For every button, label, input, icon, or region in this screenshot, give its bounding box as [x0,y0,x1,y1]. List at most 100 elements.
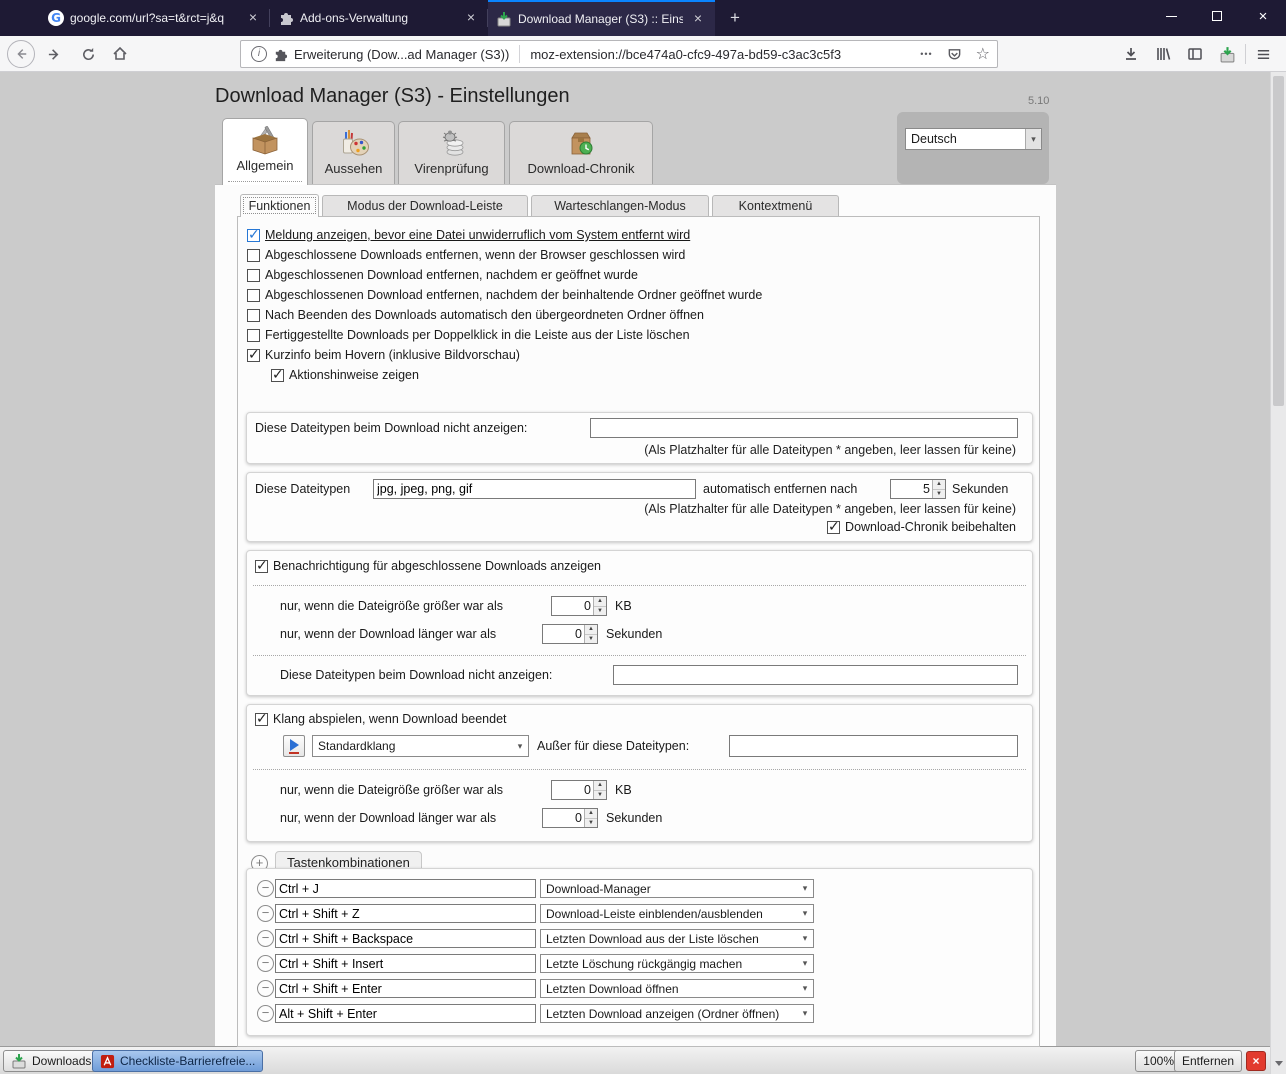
url-bar[interactable]: i Erweiterung (Dow...ad Manager (S3)) mo… [240,40,998,68]
browser-tab-download-manager[interactable]: Download Manager (S3) :: Einst × [488,0,715,36]
sidebar-icon[interactable] [1182,42,1208,66]
auto-remove-filetypes-input[interactable] [373,479,696,499]
notification-filetypes-input[interactable] [613,665,1018,685]
window-close-button[interactable]: × [1240,0,1286,32]
checkbox-row-remove-after-folder-open[interactable]: Abgeschlossenen Download entfernen, nach… [247,288,762,302]
shortcut-action-select[interactable]: Letzten Download aus der Liste löschen ▾ [540,929,814,948]
spinner-down-icon[interactable]: ▼ [585,635,597,644]
tab-close-icon[interactable]: × [244,9,262,27]
tab-download-chronik[interactable]: Download-Chronik [509,121,653,184]
checkbox[interactable] [247,249,260,262]
spinner-up-icon[interactable]: ▲ [933,480,945,490]
window-minimize-button[interactable] [1148,0,1194,32]
tab-allgemein[interactable]: Allgemein [222,118,308,185]
checkbox-row-doubleclick-remove[interactable]: Fertiggestellte Downloads per Doppelklic… [247,328,690,342]
remove-shortcut-button[interactable]: − [257,905,274,922]
remove-shortcut-button[interactable]: − [257,930,274,947]
shortcut-keys-input[interactable] [275,929,536,948]
shortcut-keys-input[interactable] [275,954,536,973]
spinner-up-icon[interactable]: ▲ [594,781,606,791]
pocket-icon[interactable] [947,47,962,62]
close-statusbar-button[interactable]: × [1246,1051,1266,1071]
play-sound-button[interactable] [283,735,305,757]
tab-close-icon[interactable]: × [462,9,480,27]
min-filesize-spinner[interactable]: 0 ▲▼ [551,596,607,616]
spinner-down-icon[interactable]: ▼ [594,791,606,800]
subtab-funktionen[interactable]: Funktionen [240,194,319,217]
browser-tab-addons[interactable]: Add-ons-Verwaltung × [270,0,488,36]
checkbox[interactable] [255,713,268,726]
checkbox-row-play-sound[interactable]: Klang abspielen, wenn Download beendet [255,712,507,726]
tab-virenpruefung[interactable]: Virenprüfung [398,121,505,184]
checkbox-row-tooltip-hover[interactable]: Kurzinfo beim Hovern (inklusive Bildvors… [247,348,520,362]
remove-shortcut-button[interactable]: − [257,1005,274,1022]
downloads-toolbar-icon[interactable] [1118,42,1144,66]
download-item-checkliste[interactable]: Checkliste-Barrierefreie... [92,1050,263,1072]
checkbox[interactable] [247,349,260,362]
scrollbar-down-arrow[interactable] [1275,1061,1283,1066]
page-actions-icon[interactable]: ••• [920,49,932,59]
checkbox[interactable] [247,329,260,342]
download-manager-addon-icon[interactable] [1214,42,1240,66]
shortcut-keys-input[interactable] [275,879,536,898]
shortcut-keys-input[interactable] [275,979,536,998]
shortcut-action-select[interactable]: Letzte Löschung rückgängig machen ▾ [540,954,814,973]
back-button[interactable] [7,40,35,68]
browser-tab-google[interactable]: G google.com/url?sa=t&rct=j&q × [40,0,270,36]
sound-min-filesize-spinner[interactable]: 0 ▲▼ [551,780,607,800]
checkbox-row-confirm-delete[interactable]: Meldung anzeigen, bevor eine Datei unwid… [247,228,690,242]
sound-min-duration-spinner[interactable]: 0 ▲▼ [542,808,598,828]
spinner-down-icon[interactable]: ▼ [594,607,606,616]
checkbox-row-remove-on-close[interactable]: Abgeschlossene Downloads entfernen, wenn… [247,248,685,262]
shortcut-action-select[interactable]: Letzten Download anzeigen (Ordner öffnen… [540,1004,814,1023]
checkbox[interactable] [247,309,260,322]
checkbox-row-show-notification[interactable]: Benachrichtigung für abgeschlossene Down… [255,559,601,573]
spinner-up-icon[interactable]: ▲ [594,597,606,607]
checkbox[interactable] [247,289,260,302]
page-scrollbar[interactable] [1270,72,1286,1074]
bookmark-star-icon[interactable]: ☆ [976,44,990,64]
checkbox[interactable] [247,269,260,282]
scrollbar-thumb[interactable] [1273,76,1284,406]
spinner-up-icon[interactable]: ▲ [585,809,597,819]
sound-except-input[interactable] [729,735,1018,757]
remove-shortcut-button[interactable]: − [257,880,274,897]
checkbox-row-keep-history[interactable]: Download-Chronik beibehalten [827,520,1016,534]
remove-shortcut-button[interactable]: − [257,955,274,972]
checkbox-row-action-hints[interactable]: Aktionshinweise zeigen [271,368,419,382]
tab-close-icon[interactable]: × [689,10,707,28]
reload-button[interactable] [74,40,102,68]
hide-filetypes-input[interactable] [590,418,1018,438]
library-icon[interactable] [1150,42,1176,66]
tab-aussehen[interactable]: Aussehen [312,121,395,184]
subtab-warteschlangen-modus[interactable]: Warteschlangen-Modus [531,195,709,216]
checkbox[interactable] [271,369,284,382]
spinner-down-icon[interactable]: ▼ [585,819,597,828]
shortcut-action-select[interactable]: Letzten Download öffnen ▾ [540,979,814,998]
language-select[interactable]: Deutsch ▾ [905,128,1042,150]
menu-hamburger-icon[interactable] [1250,42,1276,66]
spinner-down-icon[interactable]: ▼ [933,490,945,499]
shortcut-action-select[interactable]: Download-Leiste einblenden/ausblenden ▾ [540,904,814,923]
checkbox[interactable] [255,560,268,573]
subtab-kontextmenue[interactable]: Kontextmenü [712,195,839,216]
new-tab-button[interactable]: + [722,5,748,31]
downloads-button[interactable]: Downloads [3,1050,99,1072]
remove-downloads-button[interactable]: Entfernen [1174,1050,1242,1072]
home-button[interactable] [106,40,134,68]
subtab-download-leiste-modus[interactable]: Modus der Download-Leiste [322,195,528,216]
checkbox-row-remove-after-open[interactable]: Abgeschlossenen Download entfernen, nach… [247,268,638,282]
window-maximize-button[interactable] [1194,0,1240,32]
checkbox[interactable] [827,521,840,534]
remove-shortcut-button[interactable]: − [257,980,274,997]
min-duration-spinner[interactable]: 0 ▲▼ [542,624,598,644]
forward-button[interactable] [40,40,68,68]
sound-select[interactable]: Standardklang ▾ [312,735,529,757]
page-info-icon[interactable]: i [251,46,267,62]
shortcut-keys-input[interactable] [275,904,536,923]
shortcut-keys-input[interactable] [275,1004,536,1023]
shortcut-action-select[interactable]: Download-Manager ▾ [540,879,814,898]
checkbox[interactable] [247,229,260,242]
seconds-spinner[interactable]: 5 ▲▼ [890,479,946,499]
spinner-up-icon[interactable]: ▲ [585,625,597,635]
